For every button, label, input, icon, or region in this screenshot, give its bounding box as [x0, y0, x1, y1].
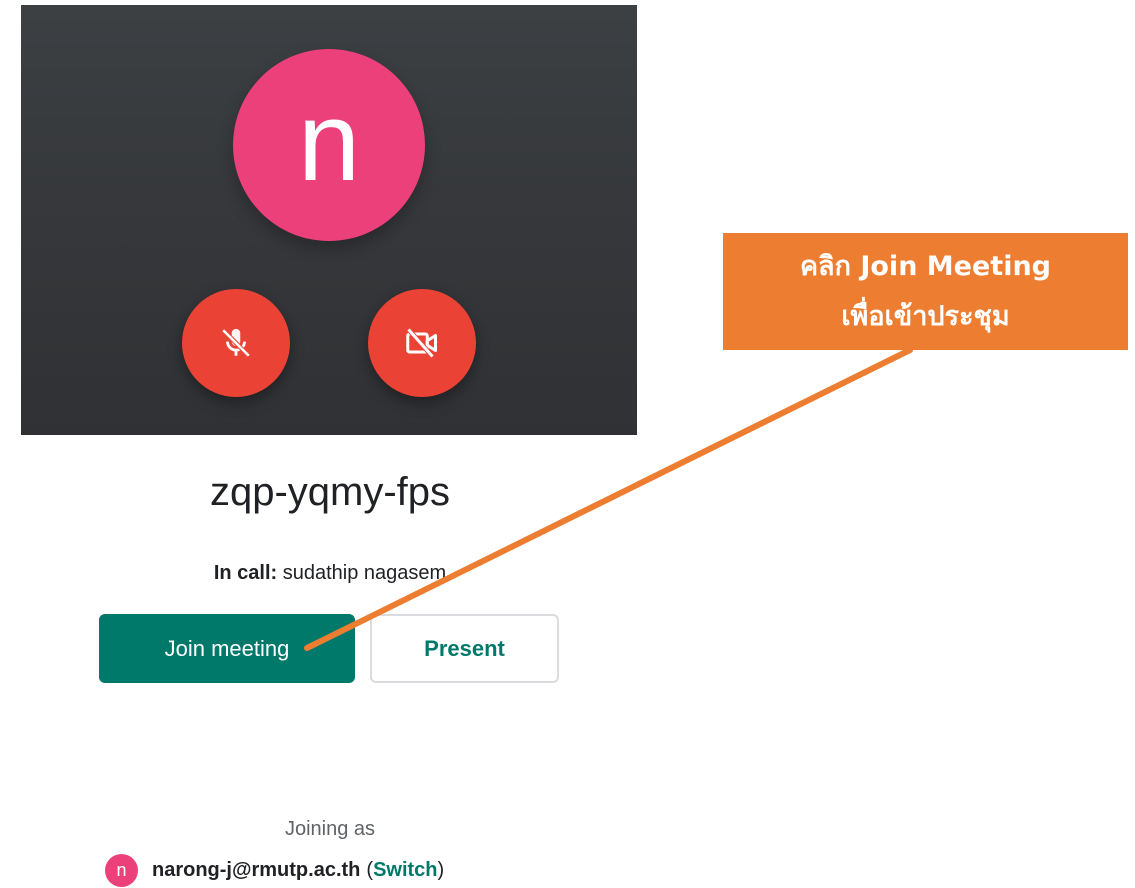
annotation-callout: คลิก Join Meeting เพื่อเข้าประชุม [723, 233, 1128, 350]
in-call-status: In call: sudathip nagasem [100, 562, 560, 585]
avatar: n [233, 49, 425, 241]
account-info: n narong-j@rmutp.ac.th (Switch) [105, 853, 444, 887]
switch-wrapper: (Switch) [366, 858, 445, 881]
join-meeting-button[interactable]: Join meeting [99, 614, 355, 683]
in-call-participant: sudathip nagasem [282, 562, 447, 584]
joining-as-label: Joining as [284, 818, 376, 840]
meeting-code: zqp-yqmy-fps [209, 470, 451, 514]
in-call-label: In call: [213, 562, 278, 584]
annotation-line-1: คลิก Join Meeting [799, 250, 1052, 282]
switch-account-link[interactable]: Switch [373, 859, 437, 881]
mic-off-icon [221, 328, 251, 358]
account-avatar: n [105, 853, 138, 887]
present-button[interactable]: Present [370, 614, 559, 683]
video-preview: n [21, 5, 637, 435]
account-email: narong-j@rmutp.ac.th [152, 858, 361, 881]
microphone-toggle-button[interactable] [182, 289, 290, 397]
camera-toggle-button[interactable] [368, 289, 476, 397]
camera-off-icon [406, 327, 437, 359]
annotation-line-2: เพื่อเข้าประชุม [841, 300, 1010, 332]
